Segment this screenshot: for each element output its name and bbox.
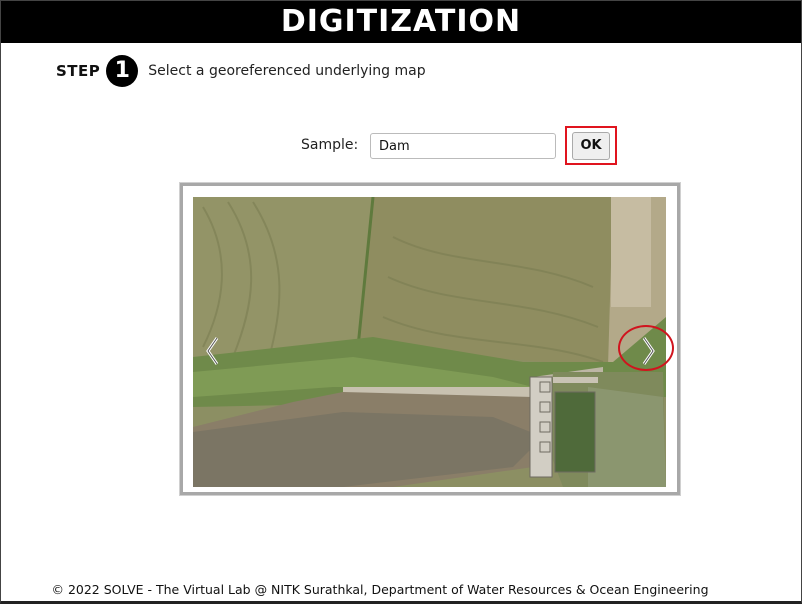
ok-button[interactable]: OK [572, 132, 610, 160]
step-number-badge: 1 [106, 55, 139, 87]
page-header: DIGITIZATION [1, 1, 801, 43]
footer-copyright: © 2022 SOLVE - The Virtual Lab @ NITK Su… [51, 582, 709, 597]
step-instruction: Select a georeferenced underlying map [148, 63, 426, 79]
chevron-left-icon [206, 337, 219, 365]
sample-input[interactable] [370, 133, 556, 159]
next-image-button[interactable] [637, 334, 661, 368]
sample-label: Sample: [301, 137, 359, 153]
step-row: STEP 1 Select a georeferenced underlying… [56, 55, 426, 87]
previous-image-button[interactable] [200, 334, 224, 368]
chevron-right-icon [642, 337, 655, 365]
step-label: STEP [56, 62, 101, 80]
map-viewer [180, 183, 680, 495]
aerial-map-image [193, 197, 666, 487]
